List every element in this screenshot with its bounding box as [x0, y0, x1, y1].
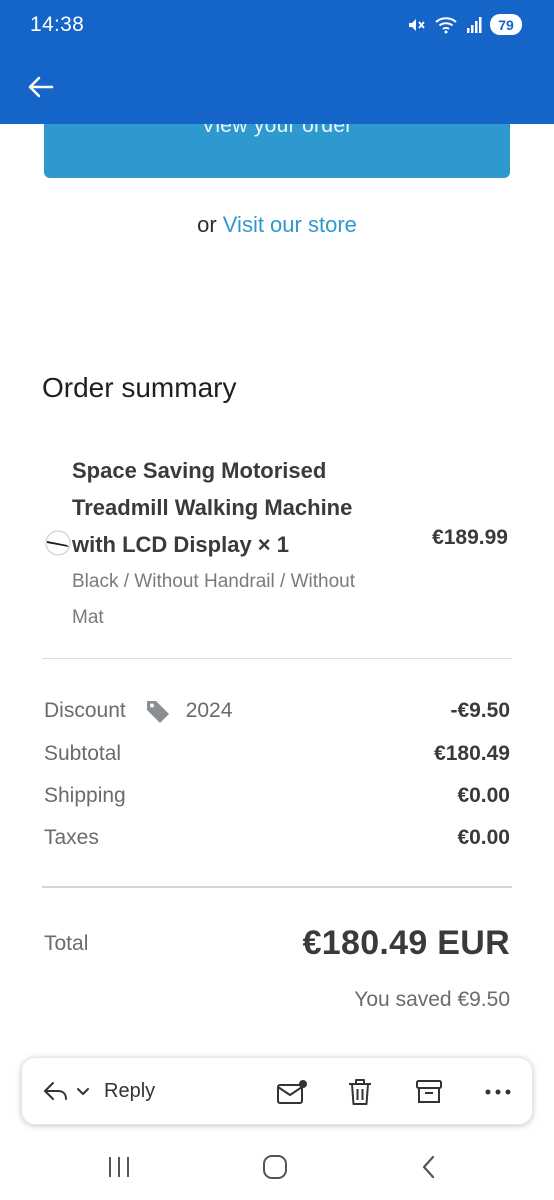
mark-unread-icon	[277, 1080, 307, 1104]
more-icon	[485, 1089, 511, 1095]
reply-button[interactable]: Reply	[42, 1076, 155, 1106]
divider	[42, 658, 512, 659]
product-price: €189.99	[432, 526, 508, 549]
wifi-icon	[434, 15, 458, 35]
recents-icon	[109, 1157, 129, 1177]
total-label: Total	[44, 932, 89, 955]
status-bar: 14:38 79	[0, 0, 554, 52]
reply-icon	[44, 1082, 67, 1100]
total-value: €180.49 EUR	[302, 924, 510, 962]
system-nav-bar	[0, 1132, 554, 1200]
shipping-value: €0.00	[457, 784, 510, 807]
status-icons: 79	[406, 14, 522, 35]
home-button[interactable]	[260, 1152, 290, 1182]
battery-icon: 79	[490, 14, 522, 35]
discount-label: Discount	[44, 699, 126, 722]
divider	[42, 886, 512, 888]
tag-icon	[146, 701, 169, 723]
subtotal-row: Subtotal €180.49	[44, 739, 510, 769]
archive-button[interactable]	[413, 1076, 445, 1108]
nav-back-button[interactable]	[414, 1152, 444, 1182]
status-time: 14:38	[30, 13, 85, 36]
store-prefix: or	[197, 212, 217, 237]
mark-unread-button[interactable]	[276, 1076, 308, 1108]
delete-button[interactable]	[344, 1076, 376, 1108]
discount-row: Discount 2024 -€9.50	[44, 696, 510, 726]
mute-icon	[406, 15, 426, 35]
back-button[interactable]	[20, 66, 62, 108]
app-bar	[0, 52, 554, 124]
discount-value: -€9.50	[450, 699, 510, 722]
taxes-value: €0.00	[457, 826, 510, 849]
savings-text: You saved €9.50	[354, 988, 510, 1011]
subtotal-value: €180.49	[434, 742, 510, 765]
back-icon	[422, 1155, 435, 1179]
shipping-label: Shipping	[44, 784, 126, 807]
home-icon	[263, 1155, 287, 1179]
taxes-row: Taxes €0.00	[44, 823, 510, 853]
recents-button[interactable]	[104, 1152, 134, 1182]
visit-store-link[interactable]: Visit our store	[223, 212, 357, 237]
delete-icon	[349, 1079, 371, 1105]
view-order-label: View your order	[201, 124, 353, 137]
shipping-row: Shipping €0.00	[44, 781, 510, 811]
order-summary-title: Order summary	[42, 372, 237, 403]
reply-label: Reply	[104, 1079, 156, 1102]
more-button[interactable]	[482, 1076, 514, 1108]
product-name: Space Saving Motorised Treadmill Walking…	[72, 458, 353, 557]
email-action-bar: Reply	[21, 1057, 533, 1125]
product-variant: Black / Without Handrail / Without Mat	[72, 571, 355, 628]
arrow-left-icon	[28, 76, 54, 98]
subtotal-label: Subtotal	[44, 742, 122, 765]
signal-icon	[466, 16, 482, 34]
taxes-label: Taxes	[44, 826, 99, 849]
archive-icon	[416, 1080, 442, 1103]
discount-code: 2024	[185, 699, 233, 722]
view-order-button[interactable]: View your order	[44, 124, 510, 178]
email-body: View your order or Visit our store Order…	[0, 124, 554, 1044]
store-line: or Visit our store	[0, 212, 554, 238]
product-image	[45, 530, 71, 556]
chevron-down-icon[interactable]	[74, 1082, 92, 1100]
